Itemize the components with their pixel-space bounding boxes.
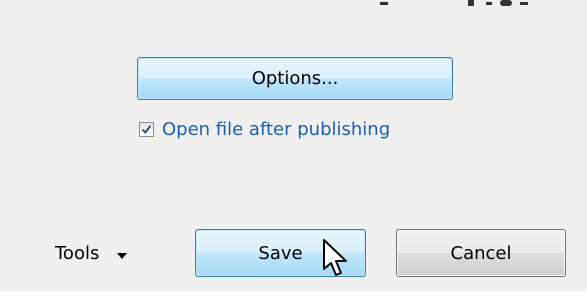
cropped-fragment bbox=[468, 0, 474, 6]
save-button-label: Save bbox=[258, 242, 303, 264]
cropped-fragment bbox=[500, 0, 512, 6]
caret-down-icon bbox=[117, 243, 128, 264]
cropped-toolbar-fragments bbox=[350, 0, 550, 12]
mouse-pointer-icon bbox=[323, 239, 347, 276]
checkmark-icon bbox=[141, 124, 152, 134]
options-button-label: Options... bbox=[251, 68, 339, 89]
open-after-publish-checkbox[interactable] bbox=[139, 121, 154, 137]
open-after-publish-label[interactable]: Open file after publishing bbox=[162, 119, 390, 140]
cropped-fragment bbox=[520, 2, 528, 5]
publish-dialog-area: Options... Open file after publishing To… bbox=[0, 0, 587, 295]
cancel-button[interactable]: Cancel bbox=[396, 229, 566, 277]
open-after-publish-option[interactable]: Open file after publishing bbox=[139, 117, 390, 141]
tools-label: Tools bbox=[55, 242, 100, 264]
tools-menu[interactable]: Tools bbox=[55, 241, 128, 265]
cancel-button-label: Cancel bbox=[450, 242, 512, 264]
cropped-fragment bbox=[486, 2, 492, 5]
cropped-fragment bbox=[380, 2, 388, 5]
options-button[interactable]: Options... bbox=[137, 57, 453, 100]
